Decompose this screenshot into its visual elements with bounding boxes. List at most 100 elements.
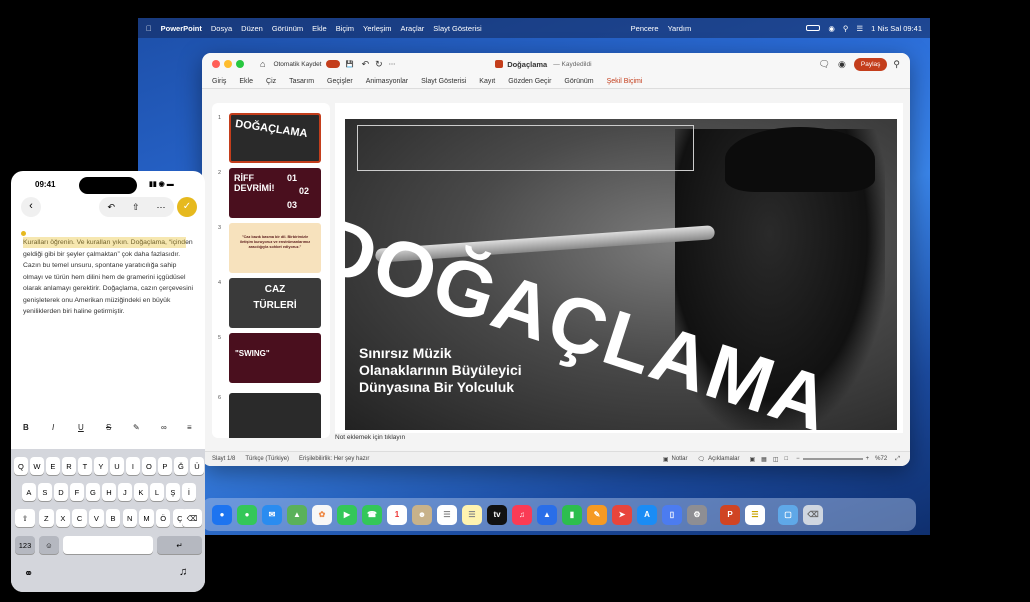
folder-icon[interactable]: ▢	[778, 504, 798, 525]
key-i̇[interactable]: İ	[182, 483, 196, 501]
presenter-icon[interactable]: □	[785, 456, 789, 462]
reading-view-icon[interactable]: ◫	[773, 456, 779, 463]
comment-icon[interactable]: 🗨	[819, 59, 830, 70]
sorter-view-icon[interactable]: ▦	[761, 456, 767, 463]
tab-home[interactable]: Giriş	[212, 78, 226, 85]
tab-review[interactable]: Gözden Geçir	[508, 78, 551, 85]
trash-icon[interactable]: ⌫	[803, 504, 823, 525]
control-center-icon[interactable]: ☰	[856, 24, 863, 33]
thumbnail-6[interactable]	[229, 393, 321, 438]
record-icon[interactable]: ◉	[838, 59, 846, 70]
key-a[interactable]: A	[22, 483, 36, 501]
app-menu[interactable]: PowerPoint	[161, 24, 202, 33]
normal-view-icon[interactable]: ▣	[750, 456, 756, 463]
music-icon[interactable]: ♫	[512, 504, 532, 525]
home-icon[interactable]: ⌂	[260, 59, 265, 69]
notes-icon[interactable]: ▣	[663, 456, 669, 463]
tab-animations[interactable]: Animasyonlar	[366, 78, 408, 85]
menu-window[interactable]: Pencere	[631, 24, 659, 33]
redo-icon[interactable]: ↻	[375, 59, 383, 70]
selection-handle[interactable]	[21, 231, 26, 236]
notes-pane[interactable]: Not eklemek için tıklayın	[335, 434, 903, 448]
battery-icon[interactable]	[806, 25, 821, 31]
key-m[interactable]: M	[139, 509, 154, 527]
zoom-button[interactable]	[236, 60, 244, 68]
pen-icon[interactable]: ✎	[133, 423, 140, 432]
close-button[interactable]	[212, 60, 220, 68]
menu-layout[interactable]: Yerleşim	[363, 24, 391, 33]
stickies-icon[interactable]: ☰	[745, 504, 765, 525]
save-icon[interactable]: 💾	[346, 60, 354, 68]
zoom-level[interactable]: %72	[875, 456, 887, 462]
zoom-in-icon[interactable]: +	[866, 456, 870, 462]
tab-slideshow[interactable]: Slayt Gösterisi	[421, 78, 466, 85]
key-ü[interactable]: Ü	[190, 457, 204, 475]
key-o[interactable]: O	[142, 457, 156, 475]
slide-subtitle[interactable]: Sınırsız Müzik Olanaklarının Büyüleyici …	[359, 345, 522, 396]
tab-design[interactable]: Tasarım	[289, 78, 314, 85]
key-n[interactable]: N	[122, 509, 137, 527]
thumbnail-1[interactable]: DOĞAÇLAMA	[229, 113, 321, 163]
comments-icon[interactable]: 🗨	[698, 456, 706, 463]
numbers-icon[interactable]: ▮	[562, 504, 582, 525]
share-button[interactable]: Paylaş	[853, 57, 888, 71]
accessibility-status[interactable]: Erişilebilirlik: Her şey hazır	[299, 456, 369, 462]
thumbnail-3[interactable]: "Caz bazık basma bir dil. Birbirimizle i…	[229, 223, 321, 273]
rocket-app-icon[interactable]: ➤	[612, 504, 632, 525]
space-key[interactable]	[63, 536, 153, 554]
tv-icon[interactable]: tv	[487, 504, 507, 525]
menu-format[interactable]: Biçim	[336, 24, 354, 33]
key-r[interactable]: R	[62, 457, 76, 475]
emoji-key[interactable]: ☺	[39, 536, 59, 554]
tab-draw[interactable]: Çiz	[266, 78, 276, 85]
key-j[interactable]: J	[118, 483, 132, 501]
menu-edit[interactable]: Düzen	[241, 24, 263, 33]
tab-record[interactable]: Kayıt	[479, 78, 495, 85]
key-k[interactable]: K	[134, 483, 148, 501]
mail-icon[interactable]: ✉	[262, 504, 282, 525]
menu-insert[interactable]: Ekle	[312, 24, 327, 33]
fit-icon[interactable]: ⤢	[895, 456, 900, 463]
app-store-icon[interactable]: A	[637, 504, 657, 525]
clock[interactable]: 1 Nis Sal 09:41	[871, 24, 922, 33]
tab-insert[interactable]: Ekle	[239, 78, 253, 85]
search-icon[interactable]: ⚲	[893, 59, 900, 70]
key-l[interactable]: L	[150, 483, 164, 501]
share-icon[interactable]: ⇧	[132, 202, 140, 213]
slide-canvas[interactable]: DOĞAÇLAMA Sınırsız Müzik Olanaklarının B…	[345, 119, 897, 430]
safari-icon[interactable]: ●	[212, 504, 232, 525]
numbers-key[interactable]: 123	[15, 536, 35, 554]
done-button[interactable]: ✓	[177, 197, 197, 217]
tab-transitions[interactable]: Geçişler	[327, 78, 353, 85]
key-h[interactable]: H	[102, 483, 116, 501]
key-w[interactable]: W	[30, 457, 44, 475]
key-b[interactable]: B	[105, 509, 121, 527]
more-icon[interactable]: ⋯	[157, 202, 166, 213]
minimize-button[interactable]	[224, 60, 232, 68]
key-t[interactable]: T	[78, 457, 92, 475]
key-s[interactable]: S	[38, 483, 52, 501]
key-x[interactable]: X	[55, 509, 71, 527]
language-status[interactable]: Türkçe (Türkiye)	[245, 456, 289, 462]
comments-button[interactable]: Açıklamalar	[708, 456, 739, 462]
thumbnail-4[interactable]: CAZ TÜRLERİ	[229, 278, 321, 328]
selected-textbox[interactable]	[357, 125, 694, 171]
key-v[interactable]: V	[89, 509, 104, 527]
messages-icon[interactable]: ●	[237, 504, 257, 525]
thumbnail-2[interactable]: RİFF DEVRİMİ! 01 02 03	[229, 168, 321, 218]
iphone-mirroring-icon[interactable]: ▯	[662, 504, 682, 525]
tab-shape-format[interactable]: Şekil Biçimi	[607, 78, 643, 85]
back-button[interactable]: ‹	[21, 197, 41, 217]
saved-status[interactable]: — Kaydedildi	[553, 61, 591, 68]
tab-view[interactable]: Görünüm	[564, 78, 593, 85]
key-d[interactable]: D	[54, 483, 68, 501]
italic-button[interactable]: I	[52, 423, 54, 432]
apple-icon[interactable]: 	[146, 24, 152, 33]
contacts-icon[interactable]: ☻	[412, 504, 432, 525]
underline-button[interactable]: U	[78, 423, 84, 432]
document-title[interactable]: Doğaçlama	[507, 60, 547, 69]
calendar-icon[interactable]: 1	[387, 504, 407, 525]
key-z[interactable]: Z	[39, 509, 54, 527]
key-f[interactable]: F	[70, 483, 84, 501]
key-ö[interactable]: Ö	[155, 509, 171, 527]
